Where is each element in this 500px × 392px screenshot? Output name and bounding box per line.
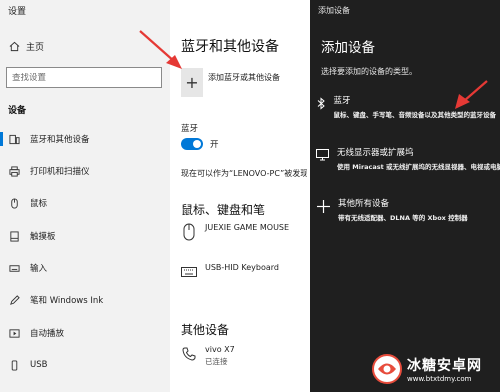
keyboard-icon xyxy=(8,262,20,274)
pen-icon xyxy=(8,294,20,306)
device-item-phone[interactable]: vivo X7 已连接 xyxy=(181,345,235,367)
sidebar-item-mouse[interactable]: 鼠标 xyxy=(0,195,170,211)
keyboard-icon xyxy=(181,263,197,281)
add-device-button[interactable]: + 添加蓝牙或其他设备 xyxy=(181,68,280,97)
search-input[interactable] xyxy=(12,72,156,83)
dialog-heading: 添加设备 xyxy=(321,40,375,56)
sidebar-item-label: 鼠标 xyxy=(30,199,48,209)
home-link[interactable]: 主页 xyxy=(8,39,44,53)
bluetooth-devices-icon xyxy=(8,133,20,145)
option-wireless-display[interactable]: 无线显示器或扩展坞 使用 Miracast 或无线扩展坞的无线显视器、电视或电脑 xyxy=(316,146,500,171)
add-device-label: 添加蓝牙或其他设备 xyxy=(208,73,280,82)
sidebar-item-label: 自动播放 xyxy=(30,329,65,339)
sidebar-item-printers[interactable]: 打印机和扫描仪 xyxy=(0,163,170,179)
mouse-keyboard-pen-heading: 鼠标、键盘和笔 xyxy=(181,203,266,217)
option-title: 无线显示器或扩展坞 xyxy=(337,148,414,158)
option-everything-else[interactable]: 其他所有设备 带有无线适配器、DLNA 等的 Xbox 控制器 xyxy=(316,197,496,222)
plus-icon: + xyxy=(181,68,203,97)
sidebar-item-label: 触摸板 xyxy=(30,232,56,242)
sidebar-item-usb[interactable]: USB xyxy=(0,357,170,373)
sidebar-item-autoplay[interactable]: 自动播放 xyxy=(0,325,170,341)
toggle-state-label: 开 xyxy=(210,140,219,150)
phone-icon xyxy=(181,345,197,363)
dialog-subheading: 选择要添加的设备的类型。 xyxy=(321,67,417,76)
sidebar-item-label: 输入 xyxy=(30,264,48,274)
option-description: 使用 Miracast 或无线扩展坞的无线显视器、电视或电脑 xyxy=(337,163,500,171)
sidebar-item-typing[interactable]: 输入 xyxy=(0,260,170,276)
sidebar-item-label: USB xyxy=(30,360,48,370)
bluetooth-toggle[interactable] xyxy=(181,138,203,150)
settings-sidebar: 设置 主页 设备 蓝牙和其他设备 打印机和扫描仪 鼠标 触摸板 xyxy=(0,0,170,392)
add-device-dialog: 添加设备 添加设备 选择要添加的设备的类型。 蓝牙 鼠标、键盘、手写笔、音频设备… xyxy=(310,0,500,392)
usb-icon xyxy=(8,359,20,371)
home-icon xyxy=(8,40,20,52)
bluetooth-icon xyxy=(316,96,326,110)
device-item-mouse[interactable]: JUEXIE GAME MOUSE xyxy=(181,223,289,241)
section-label-devices: 设备 xyxy=(8,106,27,116)
mouse-icon xyxy=(181,223,197,241)
option-description: 带有无线适配器、DLNA 等的 Xbox 控制器 xyxy=(338,214,468,222)
window-title: 设置 xyxy=(8,7,27,17)
sidebar-item-touchpad[interactable]: 触摸板 xyxy=(0,228,170,244)
page-title: 蓝牙和其他设备 xyxy=(181,39,279,55)
device-name: JUEXIE GAME MOUSE xyxy=(205,223,290,232)
option-bluetooth[interactable]: 蓝牙 鼠标、键盘、手写笔、音频设备以及其他类型的蓝牙设备 xyxy=(316,94,496,119)
sidebar-item-bluetooth[interactable]: 蓝牙和其他设备 xyxy=(0,131,170,147)
autoplay-icon xyxy=(8,327,20,339)
device-item-keyboard[interactable]: USB-HID Keyboard xyxy=(181,263,279,281)
plus-icon xyxy=(316,199,330,213)
watermark-name: 冰糖安卓网 xyxy=(407,358,482,374)
sidebar-item-label: 蓝牙和其他设备 xyxy=(30,135,90,145)
search-box[interactable] xyxy=(6,67,162,88)
device-status: 已连接 xyxy=(205,357,228,366)
option-title: 其他所有设备 xyxy=(338,199,390,209)
option-description: 鼠标、键盘、手写笔、音频设备以及其他类型的蓝牙设备 xyxy=(333,111,497,119)
bluetooth-label: 蓝牙 xyxy=(181,124,199,134)
bluetooth-settings-pane: 蓝牙和其他设备 + 添加蓝牙或其他设备 蓝牙 开 现在可以作为“LENOVO-P… xyxy=(170,0,310,392)
watermark: 冰糖安卓网 www.btxtdmy.com xyxy=(372,350,496,388)
other-devices-heading: 其他设备 xyxy=(181,323,230,337)
sidebar-item-label: 笔和 Windows Ink xyxy=(30,296,104,306)
mouse-icon xyxy=(8,197,20,209)
device-name: USB-HID Keyboard xyxy=(205,263,279,272)
watermark-url: www.btxtdmy.com xyxy=(407,375,472,383)
toggle-knob xyxy=(193,140,201,148)
monitor-icon xyxy=(316,148,329,162)
home-label: 主页 xyxy=(26,42,45,53)
discoverable-text: 现在可以作为“LENOVO-PC”被发现 xyxy=(181,169,307,178)
option-title: 蓝牙 xyxy=(333,96,351,106)
device-name: vivo X7 xyxy=(205,345,235,354)
sidebar-item-pen[interactable]: 笔和 Windows Ink xyxy=(0,292,170,308)
dialog-title-bar: 添加设备 xyxy=(318,6,350,15)
watermark-logo-icon xyxy=(372,354,402,384)
touchpad-icon xyxy=(8,230,20,242)
printer-icon xyxy=(8,165,20,177)
sidebar-item-label: 打印机和扫描仪 xyxy=(30,167,90,177)
